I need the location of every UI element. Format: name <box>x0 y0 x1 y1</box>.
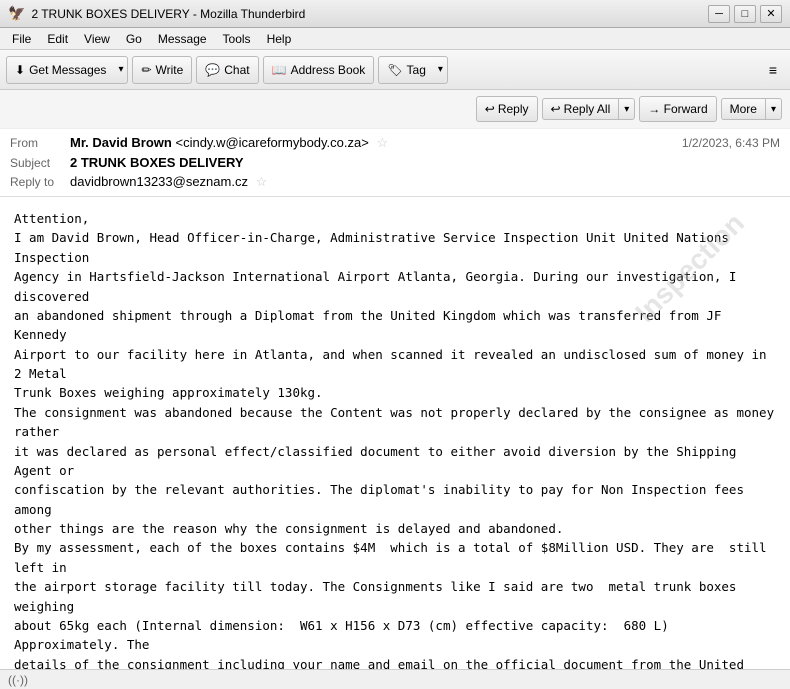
menu-help[interactable]: Help <box>261 30 298 48</box>
from-name: Mr. David Brown <box>70 135 172 150</box>
menu-tools[interactable]: Tools <box>217 30 257 48</box>
address-book-label: Address Book <box>291 63 366 77</box>
email-date: 1/2/2023, 6:43 PM <box>682 136 780 150</box>
reply-button[interactable]: ↩ Reply <box>476 96 538 122</box>
action-right: ↩ Reply ↩ Reply All ▾ → Forward More ▾ <box>476 96 782 122</box>
chat-button[interactable]: 💬 Chat <box>196 56 258 84</box>
title-bar: 🦅 2 TRUNK BOXES DELIVERY - Mozilla Thund… <box>0 0 790 28</box>
chat-label: Chat <box>224 63 249 77</box>
menu-message[interactable]: Message <box>152 30 213 48</box>
window-controls: ─ □ ✕ <box>708 5 782 23</box>
reply-to-address: davidbrown13233@seznam.cz <box>70 174 248 189</box>
tag-dropdown[interactable]: ▾ <box>434 56 448 84</box>
menu-bar: File Edit View Go Message Tools Help <box>0 28 790 50</box>
tag-button[interactable]: 🏷 Tag <box>378 56 434 84</box>
from-email: <cindy.w@icareformybody.co.za> <box>175 135 368 150</box>
get-messages-label: Get Messages <box>29 63 106 77</box>
hamburger-menu-button[interactable]: ≡ <box>762 56 784 84</box>
reply-all-label: Reply All <box>564 102 611 116</box>
subject-value: 2 TRUNK BOXES DELIVERY <box>70 155 780 170</box>
tag-icon: 🏷 <box>387 63 402 77</box>
close-button[interactable]: ✕ <box>760 5 782 23</box>
get-messages-group: ⬇ Get Messages ▾ <box>6 56 128 84</box>
write-button[interactable]: ✏ Write <box>132 56 192 84</box>
reply-to-star-icon[interactable]: ☆ <box>256 174 268 189</box>
menu-go[interactable]: Go <box>120 30 148 48</box>
reply-all-split: ↩ Reply All ▾ <box>542 98 636 120</box>
toolbar: ⬇ Get Messages ▾ ✏ Write 💬 Chat 📖 Addres… <box>0 50 790 90</box>
menu-view[interactable]: View <box>78 30 116 48</box>
email-action-bar: ↩ Reply ↩ Reply All ▾ → Forward More ▾ <box>0 90 790 129</box>
email-body: Inspection Attention, I am David Brown, … <box>0 197 790 680</box>
address-book-icon: 📖 <box>272 63 287 77</box>
status-bar: ((·)) <box>0 669 790 689</box>
reply-to-value: davidbrown13233@seznam.cz ☆ <box>70 174 780 190</box>
chat-icon: 💬 <box>205 63 220 77</box>
email-header: ↩ Reply ↩ Reply All ▾ → Forward More ▾ <box>0 90 790 197</box>
get-messages-icon: ⬇ <box>15 63 25 77</box>
reply-all-button[interactable]: ↩ Reply All <box>542 98 619 120</box>
more-split: More ▾ <box>721 98 782 120</box>
email-body-text: Attention, I am David Brown, Head Office… <box>14 209 776 680</box>
app-icon: 🦅 <box>8 5 25 22</box>
from-label: From <box>10 136 70 150</box>
reply-label: Reply <box>498 102 529 116</box>
tag-label: Tag <box>407 63 426 77</box>
more-dropdown[interactable]: ▾ <box>765 98 782 120</box>
address-book-button[interactable]: 📖 Address Book <box>263 56 375 84</box>
menu-edit[interactable]: Edit <box>41 30 74 48</box>
from-row: From Mr. David Brown <cindy.w@icareformy… <box>10 133 780 153</box>
reply-all-icon: ↩ <box>551 102 561 116</box>
email-meta: From Mr. David Brown <cindy.w@icareformy… <box>0 129 790 196</box>
hamburger-icon: ≡ <box>769 62 777 78</box>
window-title: 2 TRUNK BOXES DELIVERY - Mozilla Thunder… <box>31 7 305 21</box>
forward-button[interactable]: → Forward <box>639 96 716 122</box>
maximize-button[interactable]: □ <box>734 5 756 23</box>
forward-label: → Forward <box>648 102 707 116</box>
menu-file[interactable]: File <box>6 30 37 48</box>
from-star-icon[interactable]: ☆ <box>376 135 388 150</box>
reply-to-label: Reply to <box>10 175 70 189</box>
reply-icon: ↩ <box>485 102 495 116</box>
get-messages-button[interactable]: ⬇ Get Messages <box>6 56 114 84</box>
reply-all-dropdown[interactable]: ▾ <box>618 98 635 120</box>
get-messages-dropdown[interactable]: ▾ <box>114 56 128 84</box>
wifi-icon: ((·)) <box>8 673 28 687</box>
reply-to-row: Reply to davidbrown13233@seznam.cz ☆ <box>10 172 780 192</box>
more-label: More <box>730 102 757 116</box>
more-button[interactable]: More <box>721 98 765 120</box>
subject-row: Subject 2 TRUNK BOXES DELIVERY <box>10 153 780 172</box>
from-value: Mr. David Brown <cindy.w@icareformybody.… <box>70 135 682 151</box>
write-icon: ✏ <box>141 63 151 77</box>
subject-label: Subject <box>10 156 70 170</box>
write-label: Write <box>156 63 184 77</box>
tag-group: 🏷 Tag ▾ <box>378 56 448 84</box>
minimize-button[interactable]: ─ <box>708 5 730 23</box>
